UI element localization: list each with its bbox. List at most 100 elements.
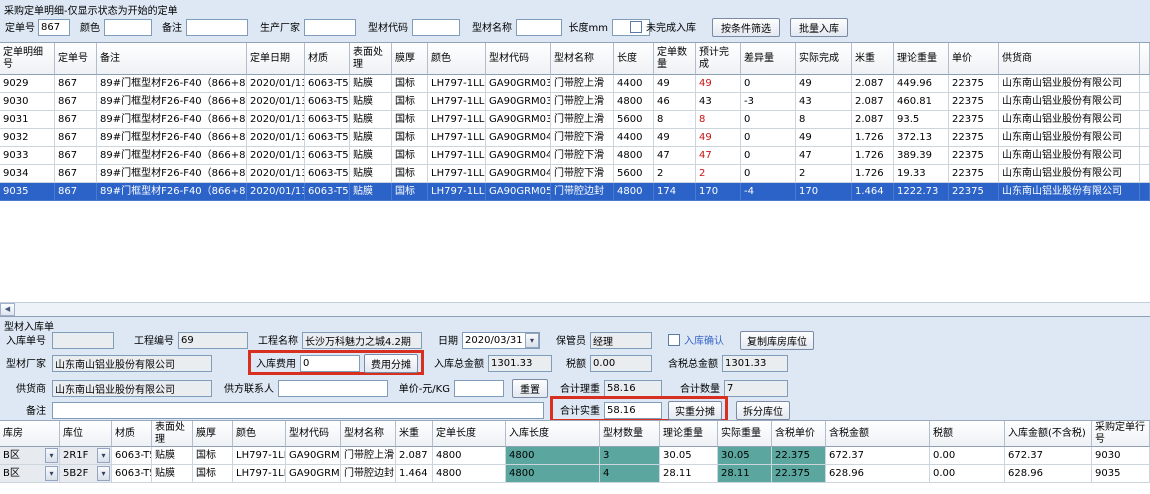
maker-field[interactable] [52, 355, 212, 372]
scrollbar-track[interactable] [15, 303, 1150, 317]
table-cell: 9035 [1092, 465, 1150, 483]
column-header: 供货商 [999, 43, 1140, 75]
table-cell: 贴膜 [350, 75, 392, 93]
filter-input[interactable] [412, 19, 460, 36]
filter-input[interactable] [186, 19, 248, 36]
inbound-no-field[interactable] [52, 332, 114, 349]
table-cell: 47 [654, 147, 696, 165]
column-header: 含税单价 [772, 421, 826, 447]
project-no-label: 工程编号 [128, 333, 174, 350]
theo-weight-label: 合计理重 [556, 381, 600, 398]
column-header: 型材名称 [551, 43, 614, 75]
filter-input[interactable] [104, 19, 152, 36]
table-cell: LH797-1LL0 [428, 75, 486, 93]
total-amount-field[interactable] [488, 355, 552, 372]
table-row[interactable]: 903586789#门框型材F26-F40（866+867）2020/01/13… [0, 183, 1150, 201]
weight-allocate-button[interactable]: 实重分摊 [668, 401, 722, 420]
column-header: 米重 [396, 421, 433, 447]
table-row[interactable]: 902986789#门框型材F26-F40（866+867）2020/01/13… [0, 75, 1150, 93]
column-header: 颜色 [233, 421, 286, 447]
fee-allocate-button[interactable]: 费用分摊 [364, 354, 418, 373]
chevron-down-icon[interactable]: ▾ [45, 466, 58, 481]
form-row-2: 型材厂家 入库费用 费用分摊 入库总金额 税额 含税总金额 [0, 352, 1150, 374]
filter-input[interactable] [516, 19, 562, 36]
inbound-no-label: 入库单号 [2, 333, 46, 350]
table-row[interactable]: 903286789#门框型材F26-F40（866+867）2020/01/13… [0, 129, 1150, 147]
table-cell: 22.375 [772, 447, 826, 465]
column-header: 差异量 [741, 43, 796, 75]
table-cell: LH797-1LL0 [428, 129, 486, 147]
table-cell: 867 [55, 147, 97, 165]
filter-label: 定单号 [3, 20, 35, 37]
table-row[interactable]: 903086789#门框型材F26-F40（866+867）2020/01/13… [0, 93, 1150, 111]
table-cell: 2 [696, 165, 741, 183]
total-qty-field[interactable] [724, 380, 788, 397]
note-field[interactable] [52, 402, 544, 419]
horizontal-scrollbar[interactable]: ◀ [0, 302, 1150, 317]
table-cell: 4400 [614, 129, 654, 147]
table-row[interactable]: 903186789#门框型材F26-F40（866+867）2020/01/13… [0, 111, 1150, 129]
table-cell: 46 [654, 93, 696, 111]
table-cell: 22375 [949, 165, 999, 183]
table-row[interactable]: B区▾2R1F▾6063-T5贴膜国标LH797-1LL0GA90GRM03门带… [0, 447, 1150, 465]
table-cell: 4 [600, 465, 660, 483]
batch-inbound-button[interactable]: 批量入库 [790, 18, 848, 37]
table-cell: 山东南山铝业股份有限公司 [999, 75, 1140, 93]
table-cell: GA90GRM04 [486, 165, 551, 183]
keeper-field[interactable] [590, 332, 652, 349]
copy-location-button[interactable]: 复制库房库位 [740, 331, 814, 350]
filter-input[interactable] [304, 19, 356, 36]
column-header: 入库长度 [506, 421, 600, 447]
table-cell: 0 [741, 75, 796, 93]
actual-weight-field[interactable] [604, 402, 662, 419]
table-row[interactable]: B区▾5B2F▾6063-T5贴膜国标LH797-1LL0GA90GRM05门带… [0, 465, 1150, 483]
chevron-down-icon[interactable]: ▾ [97, 448, 110, 463]
table-cell: 867 [55, 165, 97, 183]
table-cell: GA90GRM03 [486, 111, 551, 129]
theo-weight-field[interactable] [604, 380, 662, 397]
inbound-confirm-checkbox[interactable] [668, 334, 680, 346]
table-row[interactable]: 903486789#门框型材F26-F40（866+867）2020/01/13… [0, 165, 1150, 183]
supplier-label: 供货商 [12, 381, 46, 398]
project-no-field[interactable] [178, 332, 248, 349]
column-header: 米重 [852, 43, 894, 75]
fee-label: 入库费用 [252, 356, 296, 373]
table-cell: 2020/01/13 [247, 165, 305, 183]
taxed-total-field[interactable] [722, 355, 788, 372]
tax-field[interactable] [590, 355, 652, 372]
column-header: 表面处理 [350, 43, 392, 75]
filter-by-condition-button[interactable]: 按条件筛选 [712, 18, 780, 37]
table-cell: 43 [696, 93, 741, 111]
table-cell: 372.13 [894, 129, 949, 147]
calendar-dropdown-icon[interactable]: ▾ [525, 333, 539, 348]
split-location-button[interactable]: 拆分库位 [736, 401, 790, 420]
filter-input[interactable] [38, 19, 70, 36]
supplier-field[interactable] [52, 380, 212, 397]
column-header: 颜色 [428, 43, 486, 75]
table-row[interactable]: 903386789#门框型材F26-F40（866+867）2020/01/13… [0, 147, 1150, 165]
filter-label: 生产厂家 [254, 20, 300, 37]
unit-price-field[interactable] [454, 380, 504, 397]
table-cell: 867 [55, 75, 97, 93]
project-name-field[interactable] [302, 332, 422, 349]
table-cell: 47 [796, 147, 852, 165]
table-cell: 门带腔上滑 [551, 93, 614, 111]
contact-field[interactable] [278, 380, 388, 397]
table-cell: 国标 [392, 147, 428, 165]
table-cell: 9031 [0, 111, 55, 129]
table-cell: 5B2F▾ [60, 465, 112, 483]
fee-field[interactable] [300, 355, 360, 372]
table-cell: 2020/01/13 [247, 75, 305, 93]
table-cell: 867 [55, 183, 97, 201]
column-header: 入库金额(不含税) [1005, 421, 1092, 447]
table-cell: 1.464 [852, 183, 894, 201]
table-cell: 8 [654, 111, 696, 129]
chevron-down-icon[interactable]: ▾ [45, 448, 58, 463]
table-cell: 0.00 [930, 465, 1005, 483]
table-cell: 贴膜 [152, 465, 193, 483]
table-cell: 贴膜 [350, 147, 392, 165]
chevron-down-icon[interactable]: ▾ [97, 466, 110, 481]
reset-button[interactable]: 重置 [512, 379, 548, 398]
scroll-left-icon[interactable]: ◀ [0, 303, 15, 316]
unfinished-checkbox[interactable] [630, 21, 642, 33]
